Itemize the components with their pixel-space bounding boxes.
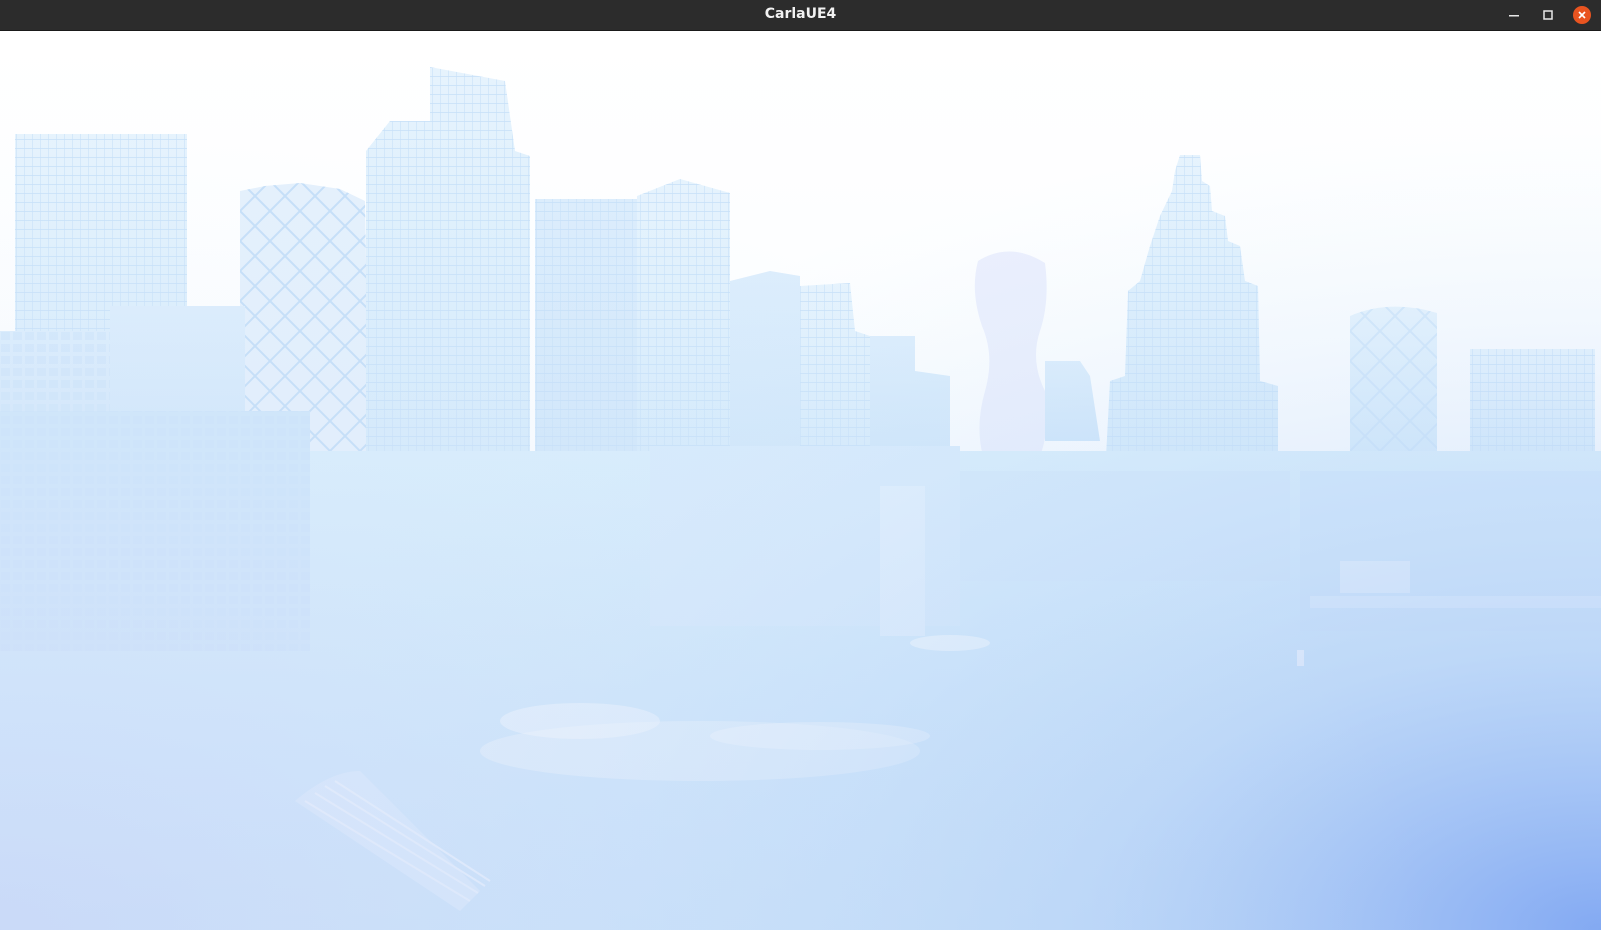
close-icon <box>1578 11 1586 19</box>
minimize-icon <box>1509 15 1519 17</box>
simulation-viewport[interactable] <box>0 31 1601 930</box>
maximize-icon <box>1543 10 1553 20</box>
app-window: CarlaUE4 <box>0 0 1601 930</box>
window-title: CarlaUE4 <box>764 6 837 22</box>
city-scene <box>0 31 1601 930</box>
left-glow <box>0 31 1601 930</box>
title-bar[interactable]: CarlaUE4 <box>0 0 1601 31</box>
minimize-button[interactable] <box>1502 3 1526 27</box>
close-button[interactable] <box>1570 3 1594 27</box>
maximize-button[interactable] <box>1536 3 1560 27</box>
